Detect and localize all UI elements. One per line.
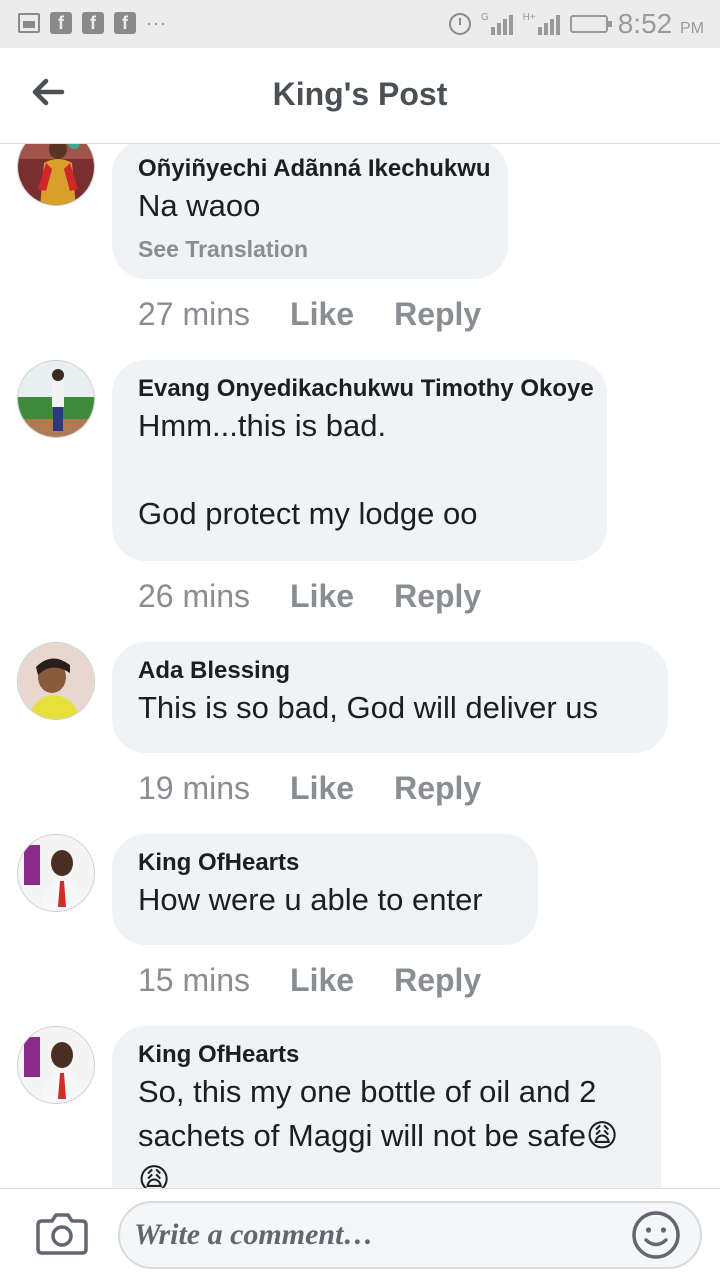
signal-icon: G (481, 13, 513, 35)
reply-button[interactable]: Reply (394, 962, 481, 999)
see-translation-link[interactable]: See Translation (138, 236, 482, 263)
comment-bubble[interactable]: King OfHearts How were u able to enter (112, 834, 538, 945)
app-header: King's Post (0, 48, 720, 144)
page-title: King's Post (272, 76, 448, 112)
image-icon (18, 13, 40, 33)
alarm-icon (448, 13, 471, 35)
signal-icon: H+ (523, 13, 560, 35)
avatar[interactable] (17, 1026, 95, 1104)
more-icon: ··· (146, 12, 167, 33)
facebook-icon: f (114, 12, 136, 34)
comment-author[interactable]: King OfHearts (138, 1040, 635, 1070)
comment-time[interactable]: 15 mins (138, 962, 250, 999)
comment-text: How were u able to enter (138, 882, 483, 917)
comment-time[interactable]: 26 mins (138, 578, 250, 615)
reply-button[interactable]: Reply (394, 296, 481, 333)
comment-composer (0, 1188, 720, 1280)
like-button[interactable]: Like (290, 578, 354, 615)
comment-author[interactable]: Ada Blessing (138, 656, 642, 686)
like-button[interactable]: Like (290, 770, 354, 807)
facebook-icon: f (50, 12, 72, 34)
comment-bubble[interactable]: Oñyiñyechi Adãnná Ikechukwu Na waoo See … (112, 144, 508, 279)
comment-bubble[interactable]: King OfHearts So, this my one bottle of … (112, 1026, 661, 1188)
comment-time[interactable]: 19 mins (138, 770, 250, 807)
comments-list: Oñyiñyechi Adãnná Ikechukwu Na waoo See … (0, 144, 720, 1188)
facebook-icon: f (82, 12, 104, 34)
network-type-label: H+ (522, 12, 536, 23)
system-icons: G H+ 8:52 PM (448, 8, 704, 40)
comment-author[interactable]: King OfHearts (138, 848, 512, 878)
network-type-label: G (480, 12, 489, 23)
like-button[interactable]: Like (290, 962, 354, 999)
comment-bubble[interactable]: Evang Onyedikachukwu Timothy Okoye Hmm..… (112, 360, 607, 561)
like-button[interactable]: Like (290, 296, 354, 333)
clock-ampm: PM (680, 20, 704, 37)
comment-time[interactable]: 27 mins (138, 296, 250, 333)
camera-icon[interactable] (36, 1211, 88, 1255)
comment-actions: 26 mins Like Reply (138, 578, 481, 615)
status-bar: f f f ··· G H+ 8:52 PM (0, 0, 720, 48)
comment-text: Hmm...this is bad. God protect my lodge … (138, 408, 478, 531)
avatar[interactable] (17, 144, 95, 206)
clock-time: 8:52 (617, 8, 673, 39)
comment-author[interactable]: Evang Onyedikachukwu Timothy Okoye (138, 374, 594, 404)
battery-icon (569, 15, 612, 33)
comment-actions: 19 mins Like Reply (138, 770, 481, 807)
comment-input[interactable] (118, 1201, 702, 1269)
reply-button[interactable]: Reply (394, 770, 481, 807)
avatar[interactable] (17, 642, 95, 720)
comment-actions: 27 mins Like Reply (138, 296, 481, 333)
comment-text: This is so bad, God will deliver us (138, 690, 599, 725)
comment-actions: 15 mins Like Reply (138, 962, 481, 999)
reply-button[interactable]: Reply (394, 578, 481, 615)
notification-icons: f f f ··· (18, 12, 167, 34)
clock: 8:52 PM (618, 8, 704, 40)
emoji-icon[interactable] (630, 1209, 682, 1261)
avatar[interactable] (17, 834, 95, 912)
avatar[interactable] (17, 360, 95, 438)
comment-bubble[interactable]: Ada Blessing This is so bad, God will de… (112, 642, 668, 753)
comment-text: Na waoo (138, 188, 261, 223)
comment-text: So, this my one bottle of oil and 2 sach… (138, 1074, 619, 1188)
comment-author[interactable]: Oñyiñyechi Adãnná Ikechukwu (138, 154, 491, 184)
